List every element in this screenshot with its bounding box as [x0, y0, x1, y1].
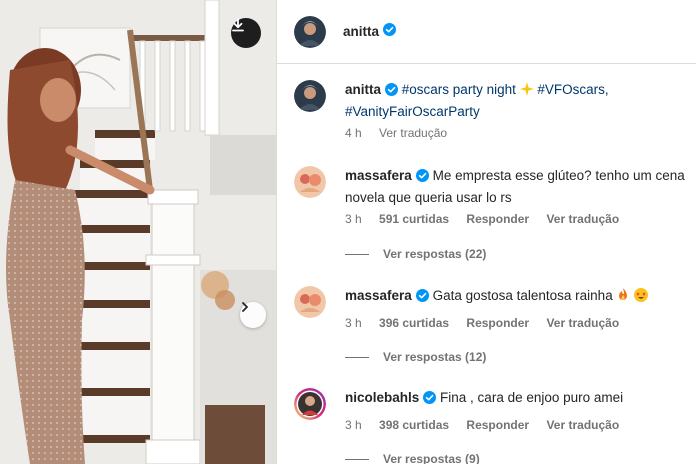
comment-username[interactable]: nicolebahls: [345, 390, 419, 405]
translate-link[interactable]: Ver tradução: [546, 212, 619, 226]
timestamp: 3 h: [345, 418, 362, 432]
comment-username[interactable]: massafera: [345, 288, 412, 303]
caption-hashtag[interactable]: #VFOscars,: [537, 82, 608, 97]
verified-badge-icon: [423, 390, 437, 410]
view-replies-label: Ver respostas (12): [383, 350, 487, 364]
view-replies-button[interactable]: Ver respostas (22): [345, 247, 486, 261]
reply-button[interactable]: Responder: [466, 212, 529, 226]
fire-emoji: [616, 288, 630, 303]
view-replies-label: Ver respostas (22): [383, 247, 487, 261]
reply-button[interactable]: Responder: [466, 418, 529, 432]
divider: [345, 253, 369, 255]
post-photo: [0, 0, 276, 464]
view-replies-label: Ver respostas (9): [383, 452, 480, 464]
next-image-button[interactable]: [240, 302, 266, 328]
post-header: anitta: [277, 0, 696, 64]
divider: [345, 356, 369, 358]
star-struck-emoji: [634, 288, 649, 303]
comment-username[interactable]: massafera: [345, 168, 412, 183]
comment-text: Me empresta esse glúteo? tenho um cena: [432, 168, 685, 183]
caption-hashtag[interactable]: #oscars party night: [402, 82, 516, 97]
avatar[interactable]: [294, 388, 326, 420]
translate-link[interactable]: Ver tradução: [379, 126, 447, 140]
avatar[interactable]: [294, 80, 326, 112]
divider: [345, 458, 369, 460]
post-photo-illustration: [0, 0, 276, 464]
verified-badge-icon: [385, 82, 399, 102]
view-replies-button[interactable]: Ver respostas (9): [345, 452, 480, 464]
timestamp: 4 h: [345, 126, 362, 140]
translate-link[interactable]: Ver tradução: [546, 418, 619, 432]
comment-text: Fina , cara de enjoo puro amei: [440, 390, 624, 405]
reply-button[interactable]: Responder: [466, 316, 529, 330]
avatar[interactable]: [294, 15, 326, 48]
comments-panel: anitta anitta #oscars party night #VFOsc…: [276, 0, 696, 464]
caption-username[interactable]: anitta: [345, 82, 381, 97]
caption-hashtag[interactable]: #VanityFairOscarParty: [345, 104, 480, 119]
sparkle-emoji: [519, 82, 534, 97]
avatar[interactable]: [294, 166, 326, 198]
likes-count[interactable]: 396 curtidas: [379, 316, 449, 330]
header-username[interactable]: anitta: [343, 24, 379, 39]
timestamp: 3 h: [345, 316, 362, 330]
comment-text: novela que queria usar lo rs: [345, 190, 512, 205]
avatar[interactable]: [294, 286, 326, 318]
verified-badge-icon: [415, 288, 429, 308]
timestamp: 3 h: [345, 212, 362, 226]
verified-badge-icon: [415, 168, 429, 188]
translate-link[interactable]: Ver tradução: [546, 316, 619, 330]
view-replies-button[interactable]: Ver respostas (12): [345, 350, 486, 364]
likes-count[interactable]: 591 curtidas: [379, 212, 449, 226]
verified-badge-icon: [383, 22, 397, 41]
download-button[interactable]: [231, 18, 261, 48]
likes-count[interactable]: 398 curtidas: [379, 418, 449, 432]
comment-text: Gata gostosa talentosa rainha: [432, 288, 613, 303]
